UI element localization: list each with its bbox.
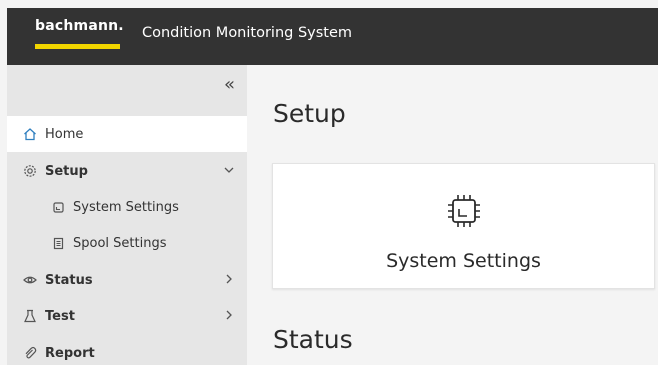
sidebar-item-test[interactable]: Test	[7, 298, 247, 334]
paperclip-icon	[23, 346, 37, 360]
sidebar-item-system-settings[interactable]: System Settings	[7, 189, 247, 225]
main-content: Setup System Settings Status	[247, 65, 658, 365]
brand-logo[interactable]: bachmann.	[35, 18, 124, 34]
flask-icon	[23, 309, 37, 323]
sidebar: « Home Setup System Settings Spool Setti…	[7, 65, 247, 365]
card-label: System Settings	[386, 250, 541, 272]
system-settings-card[interactable]: System Settings	[272, 163, 655, 289]
section-title-setup: Setup	[273, 99, 346, 128]
app-header: bachmann. Condition Monitoring System	[7, 8, 658, 65]
chip-icon	[51, 200, 65, 214]
sidebar-item-setup[interactable]: Setup	[7, 153, 247, 189]
home-icon	[23, 127, 37, 141]
sidebar-item-label: Setup	[45, 163, 88, 179]
sidebar-item-label: Test	[45, 308, 75, 324]
section-title-status: Status	[273, 325, 353, 354]
chevron-down-icon[interactable]	[223, 164, 235, 176]
sidebar-item-label: System Settings	[73, 199, 179, 215]
sidebar-item-report[interactable]: Report	[7, 335, 247, 365]
collapse-sidebar-icon[interactable]: «	[224, 74, 235, 95]
chevron-right-icon[interactable]	[223, 309, 235, 321]
sidebar-item-label: Spool Settings	[73, 235, 167, 251]
gear-icon	[23, 164, 37, 178]
sidebar-item-label: Status	[45, 272, 93, 288]
sidebar-item-label: Home	[45, 126, 84, 142]
sidebar-item-home[interactable]: Home	[7, 116, 247, 152]
document-icon	[51, 236, 65, 250]
eye-icon	[23, 273, 37, 287]
sidebar-item-label: Report	[45, 345, 95, 361]
sidebar-item-status[interactable]: Status	[7, 262, 247, 298]
chip-icon	[445, 192, 483, 230]
brand-logo-bar	[35, 44, 120, 49]
sidebar-item-spool-settings[interactable]: Spool Settings	[7, 225, 247, 261]
chevron-right-icon[interactable]	[223, 273, 235, 285]
app-title: Condition Monitoring System	[142, 25, 353, 41]
